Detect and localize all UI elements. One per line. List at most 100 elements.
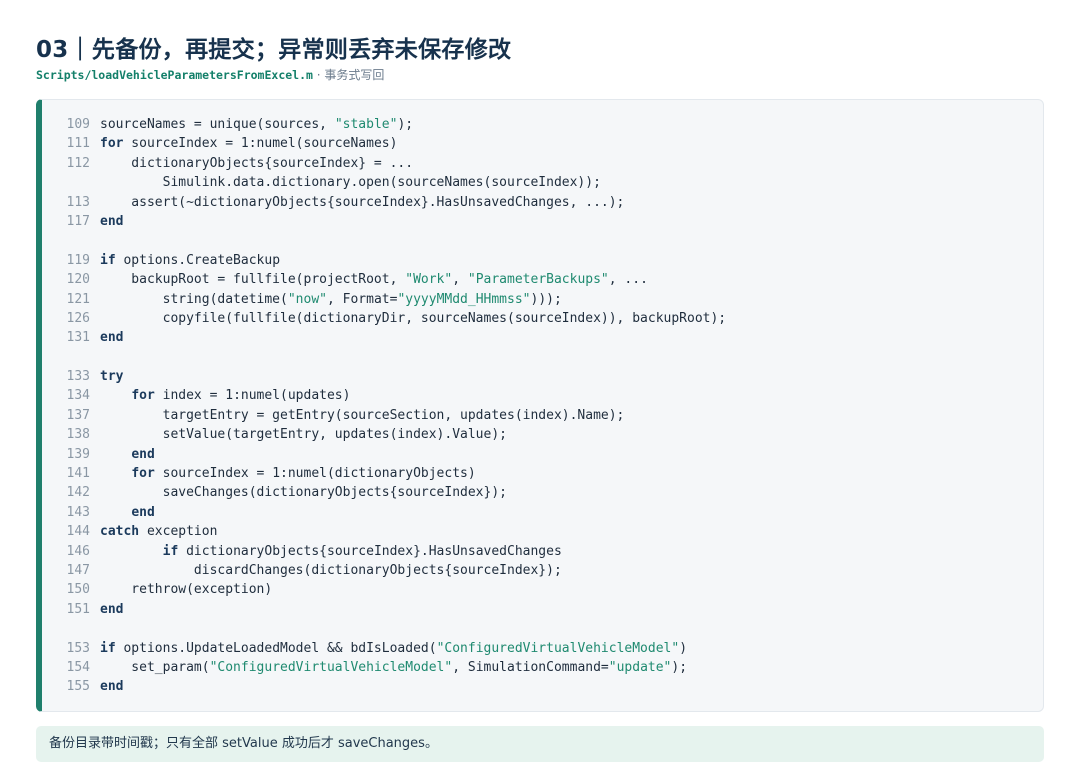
code-token: ))); (530, 291, 562, 307)
code-keyword: catch (100, 524, 140, 540)
code-line: 117 end (42, 212, 1043, 231)
code-token: , SimulationCommand= (452, 659, 609, 675)
line-number (42, 173, 100, 192)
code-line: 141 for sourceIndex = 1:numel(dictionary… (42, 464, 1043, 483)
code-token: , (452, 272, 468, 288)
code-text: sourceNames = unique(sources, "stable"); (100, 115, 1043, 134)
code-text: rethrow(exception) (100, 580, 1043, 599)
line-number: 150 (66, 582, 90, 598)
code-token: assert(~dictionaryObjects{sourceIndex}.H… (100, 194, 625, 210)
line-number: 134 (66, 388, 90, 404)
code-line: 144 catch exception (42, 522, 1043, 541)
code-keyword: end (100, 330, 124, 346)
code-keyword: for (131, 466, 155, 482)
code-token: , ... (608, 272, 648, 288)
code-text: if options.CreateBackup (100, 251, 1043, 270)
code-keyword: for (131, 388, 155, 404)
code-token: set_param( (100, 659, 210, 675)
code-string: "update" (608, 659, 672, 675)
code-keyword: try (100, 369, 124, 385)
line-number (42, 348, 100, 367)
line-number (42, 619, 100, 638)
code-token: ); (671, 659, 688, 675)
page-subtitle: Scripts/loadVehicleParametersFromExcel.m… (36, 66, 384, 83)
code-text: end (100, 212, 1043, 231)
code-text: end (100, 445, 1043, 464)
code-keyword: for (100, 136, 124, 152)
code-token: copyfile(fullfile(dictionaryDir, sourceN… (100, 310, 727, 326)
code-text: string(datetime("now", Format="yyyyMMdd_… (100, 290, 1043, 309)
line-number: 154 (66, 659, 90, 675)
line-number: 147 (66, 562, 90, 578)
code-keyword: if (162, 543, 179, 559)
line-number: 120 (66, 272, 90, 288)
line-number: 137 (66, 407, 90, 423)
code-line: 147 discardChanges(dictionaryObjects{sou… (42, 561, 1043, 580)
code-string: "stable" (334, 117, 398, 132)
line-number: 146 (66, 543, 90, 559)
code-token: setValue(targetEntry, updates(index).Val… (100, 427, 507, 443)
code-token: options.CreateBackup (115, 252, 281, 268)
code-line: 131 end (42, 328, 1043, 347)
line-number: 111 (66, 136, 90, 152)
code-line (42, 348, 1043, 367)
code-line: 153 if options.UpdateLoadedModel && bdIsL… (42, 639, 1043, 658)
code-line: 113 assert(~dictionaryObjects{sourceInde… (42, 193, 1043, 212)
code-line (42, 619, 1043, 638)
code-text: end (100, 600, 1043, 619)
line-number: 113 (66, 194, 90, 210)
code-line: 139 end (42, 445, 1043, 464)
code-line: 142 saveChanges(dictionaryObjects{source… (42, 483, 1043, 502)
code-token: backupRoot = fullfile(projectRoot, (100, 272, 406, 288)
code-token: ); (397, 117, 414, 132)
line-number: 143 (66, 504, 90, 520)
code-text: end (100, 677, 1043, 696)
line-number: 121 (66, 291, 90, 307)
code-line: 134 for index = 1:numel(updates) (42, 386, 1043, 405)
code-keyword: end (100, 213, 124, 229)
code-text: if dictionaryObjects{sourceIndex}.HasUns… (100, 542, 1043, 561)
code-line: 126 copyfile(fullfile(dictionaryDir, sou… (42, 309, 1043, 328)
code-text: end (100, 328, 1043, 347)
code-text: Simulink.data.dictionary.open(sourceName… (100, 173, 1043, 192)
code-line: 111 for sourceIndex = 1:numel(sourceNames… (42, 134, 1043, 153)
page-title: 03｜先备份，再提交；异常则丢弃未保存修改 (36, 37, 512, 63)
code-text: backupRoot = fullfile(projectRoot, "Work… (100, 270, 1043, 289)
code-text: dictionaryObjects{sourceIndex} = ... (100, 154, 1043, 173)
line-number: 139 (66, 446, 90, 462)
line-number: 144 (66, 524, 90, 540)
line-number: 151 (66, 601, 90, 617)
code-text: assert(~dictionaryObjects{sourceIndex}.H… (100, 193, 1043, 212)
code-keyword: end (131, 446, 155, 462)
code-keyword: if (100, 640, 116, 656)
line-number (42, 231, 100, 250)
line-number: 126 (66, 310, 90, 326)
code-text: copyfile(fullfile(dictionaryDir, sourceN… (100, 309, 1043, 328)
code-line: 120 backupRoot = fullfile(projectRoot, "… (42, 270, 1043, 289)
code-line: 155 end (42, 677, 1043, 696)
code-text: try (100, 367, 1043, 386)
code-line: 154 set_param("ConfiguredVirtualVehicleM… (42, 658, 1043, 677)
code-keyword: end (100, 679, 124, 695)
code-line: 137 targetEntry = getEntry(sourceSection… (42, 406, 1043, 425)
code-string: "now" (287, 291, 327, 307)
code-string: "yyyyMMdd_HHmmss" (397, 291, 531, 307)
line-number: 117 (66, 213, 90, 229)
code-text: saveChanges(dictionaryObjects{sourceInde… (100, 483, 1043, 502)
code-text: set_param("ConfiguredVirtualVehicleModel… (100, 658, 1043, 677)
code-token: sourceNames = unique(sources, (100, 117, 335, 132)
code-text: if options.UpdateLoadedModel && bdIsLoad… (100, 639, 1043, 658)
code-token: dictionaryObjects{sourceIndex} = ... (100, 155, 414, 171)
code-line (42, 231, 1043, 250)
line-number: 119 (66, 252, 90, 268)
line-number: 109 (66, 117, 90, 132)
code-line: 119 if options.CreateBackup (42, 251, 1043, 270)
code-keyword: end (100, 601, 124, 617)
